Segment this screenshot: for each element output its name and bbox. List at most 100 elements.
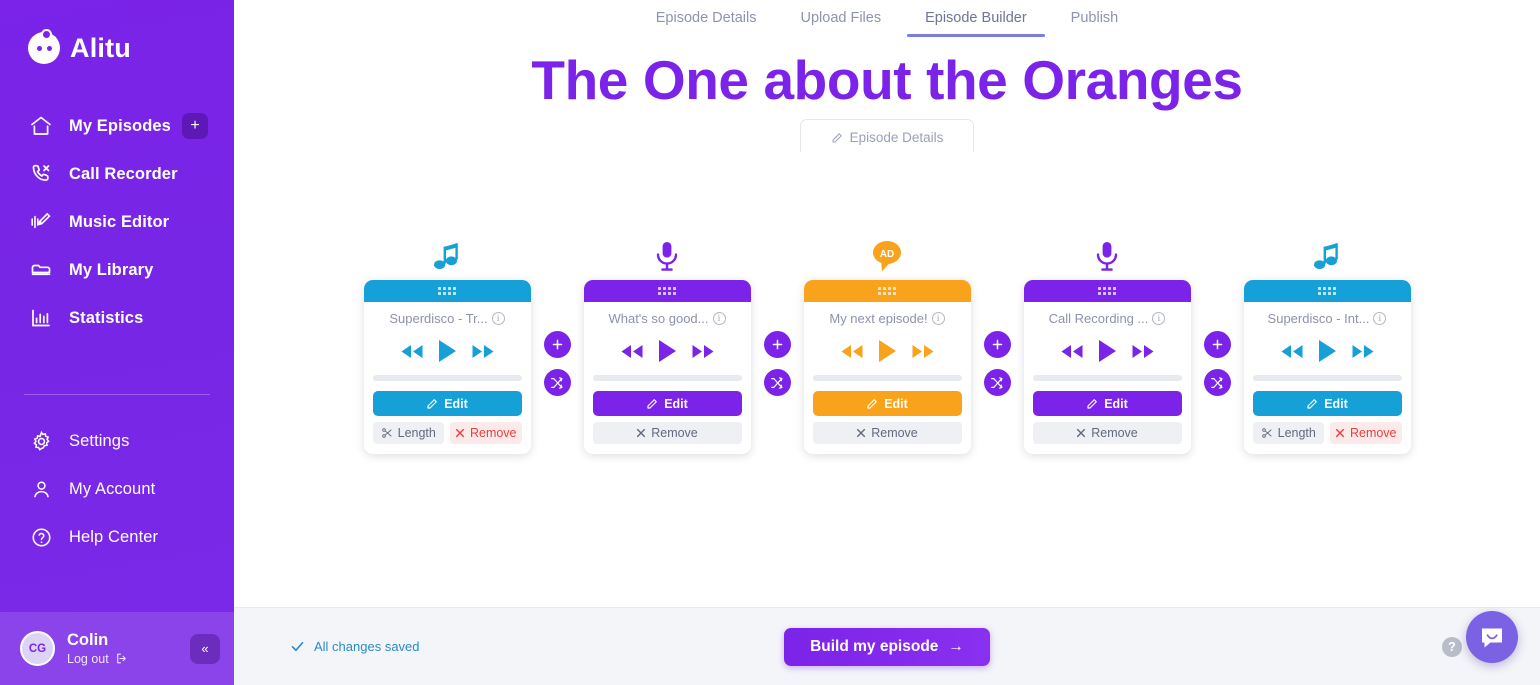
crossfade-icon[interactable] bbox=[983, 369, 1011, 396]
edit-label: Edit bbox=[664, 396, 688, 411]
tab-publish[interactable]: Publish bbox=[1049, 6, 1141, 37]
forward-button[interactable] bbox=[691, 344, 715, 359]
timeline-slot: Superdisco - Tr... i Edit Length Remove bbox=[363, 228, 531, 454]
sidebar-item-label: Settings bbox=[69, 431, 130, 450]
play-button[interactable] bbox=[1318, 339, 1337, 363]
card-title: Call Recording ... bbox=[1048, 311, 1149, 326]
logout-button[interactable]: Log out bbox=[67, 652, 128, 666]
intercom-chat-button[interactable] bbox=[1466, 611, 1518, 663]
length-button[interactable]: Length bbox=[372, 422, 444, 444]
edit-button[interactable]: Edit bbox=[1032, 391, 1182, 416]
edit-label: Edit bbox=[444, 396, 468, 411]
add-item-button[interactable] bbox=[543, 331, 571, 358]
edit-button[interactable]: Edit bbox=[372, 391, 522, 416]
sidebar-item-call-recorder[interactable]: Call Recorder bbox=[0, 150, 234, 198]
info-icon[interactable]: i bbox=[712, 312, 726, 325]
card-drag-handle[interactable] bbox=[803, 280, 971, 302]
transport-controls bbox=[593, 336, 742, 366]
rewind-button[interactable] bbox=[840, 344, 864, 359]
forward-button[interactable] bbox=[1351, 344, 1375, 359]
length-button[interactable]: Length bbox=[1252, 422, 1324, 444]
build-my-episode-button[interactable]: Build my episode → bbox=[784, 627, 990, 666]
play-button[interactable] bbox=[438, 339, 457, 363]
edit-button[interactable]: Edit bbox=[592, 391, 742, 416]
sidebar-item-label: Music Editor bbox=[69, 212, 170, 231]
remove-button[interactable]: Remove bbox=[592, 422, 742, 444]
rewind-button[interactable] bbox=[1280, 344, 1304, 359]
sidebar-item-statistics[interactable]: Statistics bbox=[0, 294, 234, 342]
playback-progress-bar[interactable] bbox=[372, 375, 522, 381]
episode-item-card[interactable]: My next episode! i Edit Remove bbox=[803, 280, 971, 454]
remove-button[interactable]: Remove bbox=[812, 422, 962, 444]
add-item-button[interactable] bbox=[1203, 331, 1231, 358]
play-button[interactable] bbox=[1098, 339, 1117, 363]
play-button[interactable] bbox=[658, 339, 677, 363]
card-title: Superdisco - Tr... bbox=[389, 311, 488, 326]
playback-progress-bar[interactable] bbox=[1252, 375, 1402, 381]
remove-button[interactable]: Remove bbox=[1330, 422, 1402, 444]
crossfade-icon[interactable] bbox=[763, 369, 791, 396]
alitu-mark-icon bbox=[28, 29, 60, 64]
add-item-button[interactable] bbox=[983, 331, 1011, 358]
crossfade-icon[interactable] bbox=[543, 369, 571, 396]
rewind-button[interactable] bbox=[400, 344, 424, 359]
card-body: Superdisco - Tr... i Edit Length Remove bbox=[364, 302, 531, 454]
play-button[interactable] bbox=[878, 339, 897, 363]
rewind-button[interactable] bbox=[620, 344, 644, 359]
sidebar-item-settings[interactable]: Settings bbox=[0, 417, 234, 465]
episode-item-card[interactable]: Superdisco - Int... i Edit Length Remove bbox=[1243, 280, 1411, 454]
edit-button[interactable]: Edit bbox=[812, 391, 962, 416]
info-icon[interactable]: i bbox=[931, 312, 945, 325]
grip-dots-icon bbox=[658, 287, 676, 295]
crossfade-icon[interactable] bbox=[1203, 369, 1231, 396]
phone-icon bbox=[28, 161, 54, 187]
timeline-slot: What's so good... i Edit Remove bbox=[583, 228, 751, 454]
episode-details-link[interactable]: Episode Details bbox=[799, 119, 975, 153]
card-drag-handle[interactable] bbox=[1023, 280, 1191, 302]
grip-dots-icon bbox=[1098, 287, 1116, 295]
close-icon bbox=[455, 428, 465, 438]
episode-item-card[interactable]: What's so good... i Edit Remove bbox=[583, 280, 751, 454]
brand-logo[interactable]: Alitu bbox=[0, 0, 234, 64]
grip-dots-icon bbox=[878, 287, 896, 295]
avatar[interactable]: CG bbox=[20, 631, 55, 666]
rewind-button[interactable] bbox=[1060, 344, 1084, 359]
episode-item-card[interactable]: Superdisco - Tr... i Edit Length Remove bbox=[363, 280, 531, 454]
svg-text:AD: AD bbox=[880, 249, 894, 260]
sidebar-item-label: My Account bbox=[69, 479, 156, 498]
close-icon bbox=[856, 428, 866, 438]
sidebar-item-help-center[interactable]: Help Center bbox=[0, 513, 234, 561]
playback-progress-bar[interactable] bbox=[592, 375, 742, 381]
collapse-sidebar-button[interactable]: « bbox=[190, 633, 220, 664]
help-button[interactable]: ? bbox=[1442, 636, 1462, 657]
add-item-button[interactable] bbox=[763, 331, 791, 358]
card-action-row: Length Remove bbox=[1252, 422, 1402, 444]
sidebar-item-music-editor[interactable]: Music Editor bbox=[0, 198, 234, 246]
episode-item-card[interactable]: Call Recording ... i Edit Remove bbox=[1023, 280, 1191, 454]
info-icon[interactable]: i bbox=[1152, 312, 1166, 325]
sidebar-user-bar: CG Colin Log out « bbox=[0, 612, 234, 685]
remove-button[interactable]: Remove bbox=[450, 422, 522, 444]
sidebar-divider bbox=[24, 394, 210, 395]
edit-button[interactable]: Edit bbox=[1252, 391, 1402, 416]
card-drag-handle[interactable] bbox=[363, 280, 531, 302]
info-icon[interactable]: i bbox=[491, 312, 505, 325]
playback-progress-bar[interactable] bbox=[812, 375, 962, 381]
card-drag-handle[interactable] bbox=[1243, 280, 1411, 302]
forward-button[interactable] bbox=[471, 344, 495, 359]
remove-button[interactable]: Remove bbox=[1032, 422, 1182, 444]
tab-upload-files[interactable]: Upload Files bbox=[779, 6, 904, 37]
add-episode-button[interactable]: + bbox=[182, 113, 208, 139]
sidebar-item-my-library[interactable]: My Library bbox=[0, 246, 234, 294]
library-icon bbox=[28, 257, 54, 283]
close-icon bbox=[1076, 428, 1086, 438]
info-icon[interactable]: i bbox=[1373, 312, 1387, 325]
card-drag-handle[interactable] bbox=[583, 280, 751, 302]
playback-progress-bar[interactable] bbox=[1032, 375, 1182, 381]
forward-button[interactable] bbox=[911, 344, 935, 359]
forward-button[interactable] bbox=[1131, 344, 1155, 359]
sidebar-item-my-account[interactable]: My Account bbox=[0, 465, 234, 513]
tab-episode-builder[interactable]: Episode Builder bbox=[903, 6, 1049, 37]
sidebar-item-my-episodes[interactable]: My Episodes + bbox=[0, 102, 234, 150]
tab-episode-details[interactable]: Episode Details bbox=[634, 6, 779, 37]
